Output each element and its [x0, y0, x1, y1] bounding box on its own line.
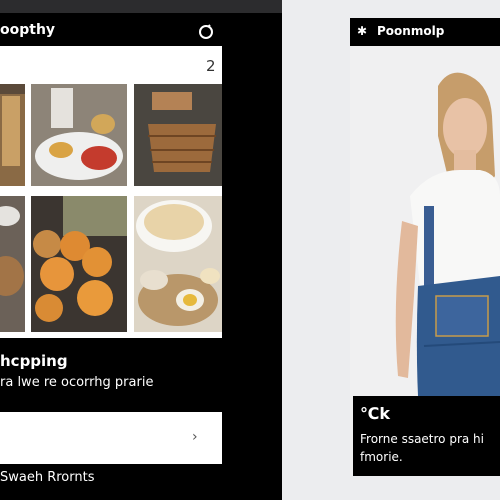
gallery-tile-basket[interactable]	[134, 84, 222, 186]
gallery-tile-pasta[interactable]	[134, 196, 222, 332]
gallery-tile-snacks[interactable]	[31, 84, 127, 186]
section-heading: hcpping	[0, 352, 68, 370]
product-price: ℃k	[360, 404, 391, 423]
footer-text: Swaeh Rrornts	[0, 470, 95, 485]
shopping-app-panel: oopthy 2 hcpping ra lwe re ocorrhg prari…	[0, 0, 282, 500]
gallery-tile-pastry[interactable]	[0, 84, 25, 186]
section-subtext: ra lwe re ocorrhg prarie	[0, 375, 154, 390]
product-header-title: Poonmolp	[377, 24, 445, 38]
page-indicator: 2	[206, 57, 216, 75]
top-bar	[0, 0, 282, 13]
product-card: ✱ Poonmolp ℃k Frorne ssaetro pra hi fmor…	[350, 18, 500, 476]
star-icon[interactable]: ✱	[357, 24, 367, 38]
image-gallery: 2	[0, 46, 222, 338]
product-info-box: ℃k Frorne ssaetro pra hi fmorie.	[353, 396, 500, 476]
gallery-tile-bowl[interactable]	[0, 196, 25, 332]
search-input[interactable]	[0, 412, 222, 464]
product-header: ✱ Poonmolp	[350, 18, 500, 46]
screen: { "left_app": { "title": "oopthy", "page…	[0, 0, 500, 500]
gallery-tile-fried-dumplings[interactable]	[31, 196, 127, 332]
search-icon[interactable]	[198, 24, 214, 40]
chevron-right-icon[interactable]: ›	[192, 429, 198, 445]
product-description: Frorne ssaetro pra hi fmorie.	[360, 432, 484, 464]
app-title: oopthy	[0, 22, 56, 38]
